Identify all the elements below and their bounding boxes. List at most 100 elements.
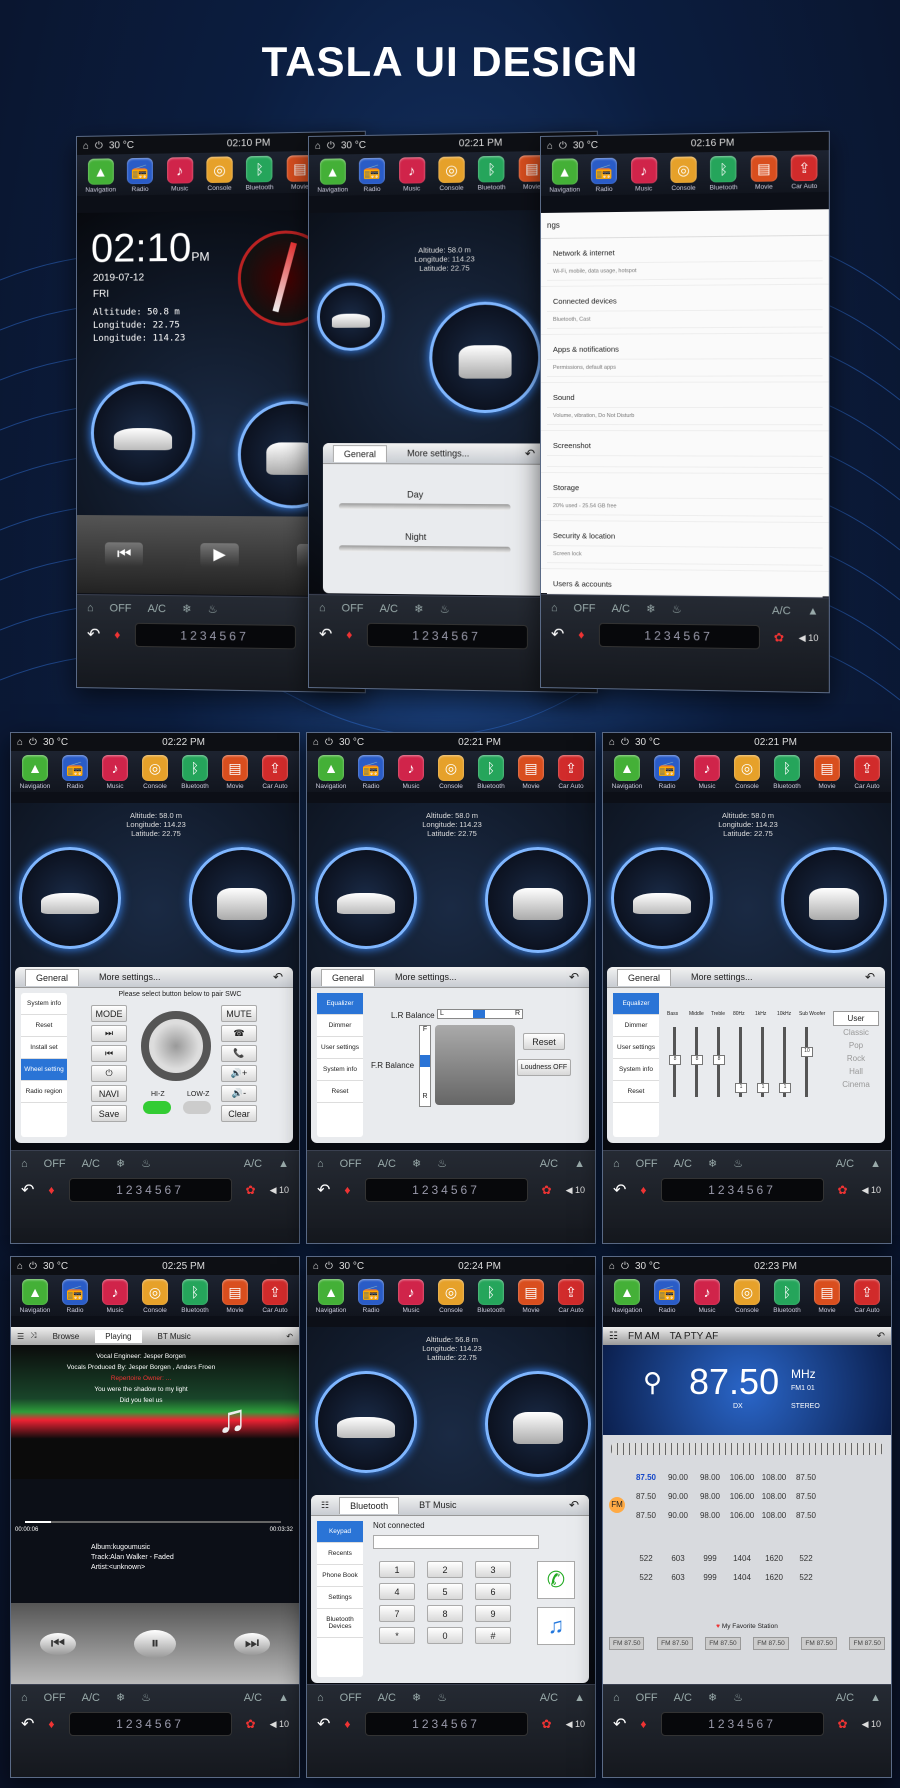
climate-off[interactable]: OFF — [44, 1692, 66, 1704]
app-navigation[interactable]: ▲ Navigation — [610, 755, 644, 790]
app-music[interactable]: ♪ Music — [627, 157, 661, 193]
climate-off[interactable]: OFF — [574, 602, 596, 614]
dial-key[interactable]: 9 — [475, 1605, 511, 1622]
settings-item[interactable]: Storage 20% used - 25.54 GB free — [540, 473, 829, 524]
app-music[interactable]: ♪ Music — [98, 755, 132, 790]
station-cell[interactable]: 87.50 — [791, 1469, 821, 1486]
station-cell[interactable]: 999 — [695, 1550, 725, 1567]
app-car-auto[interactable]: ⇪ Car Auto — [258, 755, 292, 790]
eq-preset-user[interactable]: User — [833, 1011, 879, 1026]
volume-up-icon[interactable]: ▲ — [278, 1158, 289, 1170]
pause-button[interactable]: ⏸ — [134, 1630, 176, 1658]
station-cell[interactable]: 106.00 — [727, 1469, 757, 1486]
tab-bt-music[interactable]: BT Music — [409, 1497, 466, 1513]
app-radio[interactable]: 📻 Radio — [58, 755, 92, 790]
menu-item-dimmer[interactable]: Dimmer — [613, 1015, 659, 1037]
ac-right[interactable]: A/C — [540, 1158, 558, 1170]
equalizer-icon[interactable]: ☰ — [17, 1332, 24, 1341]
tab-general[interactable]: General — [617, 968, 672, 986]
eq-preset-classic[interactable]: Classic — [833, 1026, 879, 1039]
app-car-auto[interactable]: ⇪ Car Auto — [258, 1279, 292, 1314]
loudness-button[interactable]: Loudness OFF — [517, 1059, 571, 1076]
settings-item[interactable]: Apps & notifications Permissions, default… — [540, 333, 829, 383]
station-cell[interactable]: 98.00 — [695, 1469, 725, 1486]
station-cell[interactable]: 90.00 — [663, 1469, 693, 1486]
back-icon[interactable]: ↶ — [21, 1714, 34, 1734]
eq-preset-hall[interactable]: Hall — [833, 1065, 879, 1078]
station-cell[interactable]: 522 — [791, 1550, 821, 1567]
app-navigation[interactable]: ▲ Navigation — [548, 158, 582, 194]
dial-key[interactable]: 5 — [427, 1583, 463, 1600]
previous-button[interactable]: ⏮ — [105, 542, 144, 567]
defrost-front-icon[interactable]: ♨ — [672, 603, 682, 616]
menu-item-reset[interactable]: Reset — [317, 1081, 363, 1103]
app-car-auto[interactable]: ⇪ Car Auto — [554, 1279, 588, 1314]
menu-item-phone-book[interactable]: Phone Book — [317, 1565, 363, 1587]
ac-left[interactable]: A/C — [674, 1158, 692, 1170]
dial-key[interactable]: * — [379, 1627, 415, 1644]
app-radio[interactable]: 📻 Radio — [650, 755, 684, 790]
ac-left[interactable]: A/C — [82, 1158, 100, 1170]
back-icon[interactable]: ↶ — [21, 1180, 34, 1200]
fan-icon[interactable]: ✿ — [774, 630, 784, 644]
dial-key[interactable]: 0 — [427, 1627, 463, 1644]
ac-right[interactable]: A/C — [836, 1158, 854, 1170]
app-radio[interactable]: 📻 Radio — [587, 157, 621, 194]
app-car-auto[interactable]: ⇪ Car Auto — [554, 755, 588, 790]
home-icon[interactable]: ⌂ — [21, 1692, 28, 1704]
seat-heat-left-icon[interactable]: ♦ — [578, 628, 584, 642]
swc-button[interactable]: MUTE — [221, 1005, 257, 1022]
dial-key[interactable]: 3 — [475, 1561, 511, 1578]
ac-left[interactable]: A/C — [148, 602, 166, 614]
station-cell[interactable]: 1620 — [759, 1550, 789, 1567]
tab-general[interactable]: General — [321, 968, 376, 986]
defrost-rear-icon[interactable]: ❄ — [646, 602, 655, 615]
seat-heat-left-icon[interactable]: ♦ — [48, 1183, 54, 1197]
home-icon[interactable]: ⌂ — [613, 1692, 620, 1704]
app-movie[interactable]: ▤ Movie — [218, 1279, 252, 1314]
back-icon[interactable]: ↶ — [569, 970, 579, 984]
night-brightness-slider[interactable] — [338, 545, 511, 553]
dial-key[interactable]: 1 — [379, 1561, 415, 1578]
station-cell[interactable]: 1404 — [727, 1569, 757, 1586]
tab-browse[interactable]: Browse — [43, 1330, 90, 1343]
settings-item[interactable]: Security & location Screen lock — [540, 521, 829, 572]
app-console[interactable]: ◎ Console — [434, 1279, 468, 1314]
preset-button[interactable]: FM 87.50 — [849, 1637, 885, 1650]
station-cell[interactable]: 87.50 — [791, 1507, 821, 1524]
swc-button[interactable]: 📞 — [221, 1045, 257, 1062]
station-cell[interactable]: 603 — [663, 1569, 693, 1586]
app-radio[interactable]: 📻 Radio — [354, 755, 388, 790]
fan-icon[interactable]: ✿ — [838, 1183, 848, 1197]
tab-bt-music[interactable]: BT Music — [148, 1330, 201, 1343]
tab-general[interactable]: General — [25, 968, 80, 986]
station-cell[interactable]: 106.00 — [727, 1507, 757, 1524]
dial-key[interactable]: 7 — [379, 1605, 415, 1622]
app-bluetooth[interactable]: ᛒ Bluetooth — [178, 755, 212, 790]
ac-left[interactable]: A/C — [674, 1692, 692, 1704]
dial-key[interactable]: 8 — [427, 1605, 463, 1622]
defrost-front-icon[interactable]: ♨ — [733, 1691, 743, 1704]
seat-heat-left-icon[interactable]: ♦ — [344, 1183, 350, 1197]
eq-slider[interactable]: 10 — [801, 1027, 813, 1097]
swc-button[interactable]: Clear — [221, 1105, 257, 1122]
volume-up-icon[interactable]: ▲ — [278, 1692, 289, 1704]
reset-button[interactable]: Reset — [523, 1033, 565, 1050]
climate-off[interactable]: OFF — [110, 602, 132, 614]
menu-item-wheel-setting[interactable]: Wheel setting — [21, 1059, 67, 1081]
station-cell[interactable]: 98.00 — [695, 1507, 725, 1524]
station-cell[interactable]: 90.00 — [663, 1507, 693, 1524]
dial-key[interactable]: 2 — [427, 1561, 463, 1578]
defrost-rear-icon[interactable]: ❄ — [182, 602, 191, 615]
app-music[interactable]: ♪ Music — [690, 755, 724, 790]
eq-preset-cinema[interactable]: Cinema — [833, 1078, 879, 1091]
swc-button[interactable]: 🔊- — [221, 1085, 257, 1102]
lr-balance-slider[interactable]: LR — [437, 1009, 523, 1019]
tab-more-settings[interactable]: More settings... — [397, 445, 479, 461]
ac-right[interactable]: A/C — [772, 604, 791, 616]
back-icon[interactable]: ↶ — [551, 624, 564, 644]
back-icon[interactable]: ↶ — [865, 970, 875, 984]
app-car-auto[interactable]: ⇪ Car Auto — [850, 755, 884, 790]
defrost-front-icon[interactable]: ♨ — [440, 603, 450, 616]
dial-input[interactable] — [373, 1535, 539, 1549]
